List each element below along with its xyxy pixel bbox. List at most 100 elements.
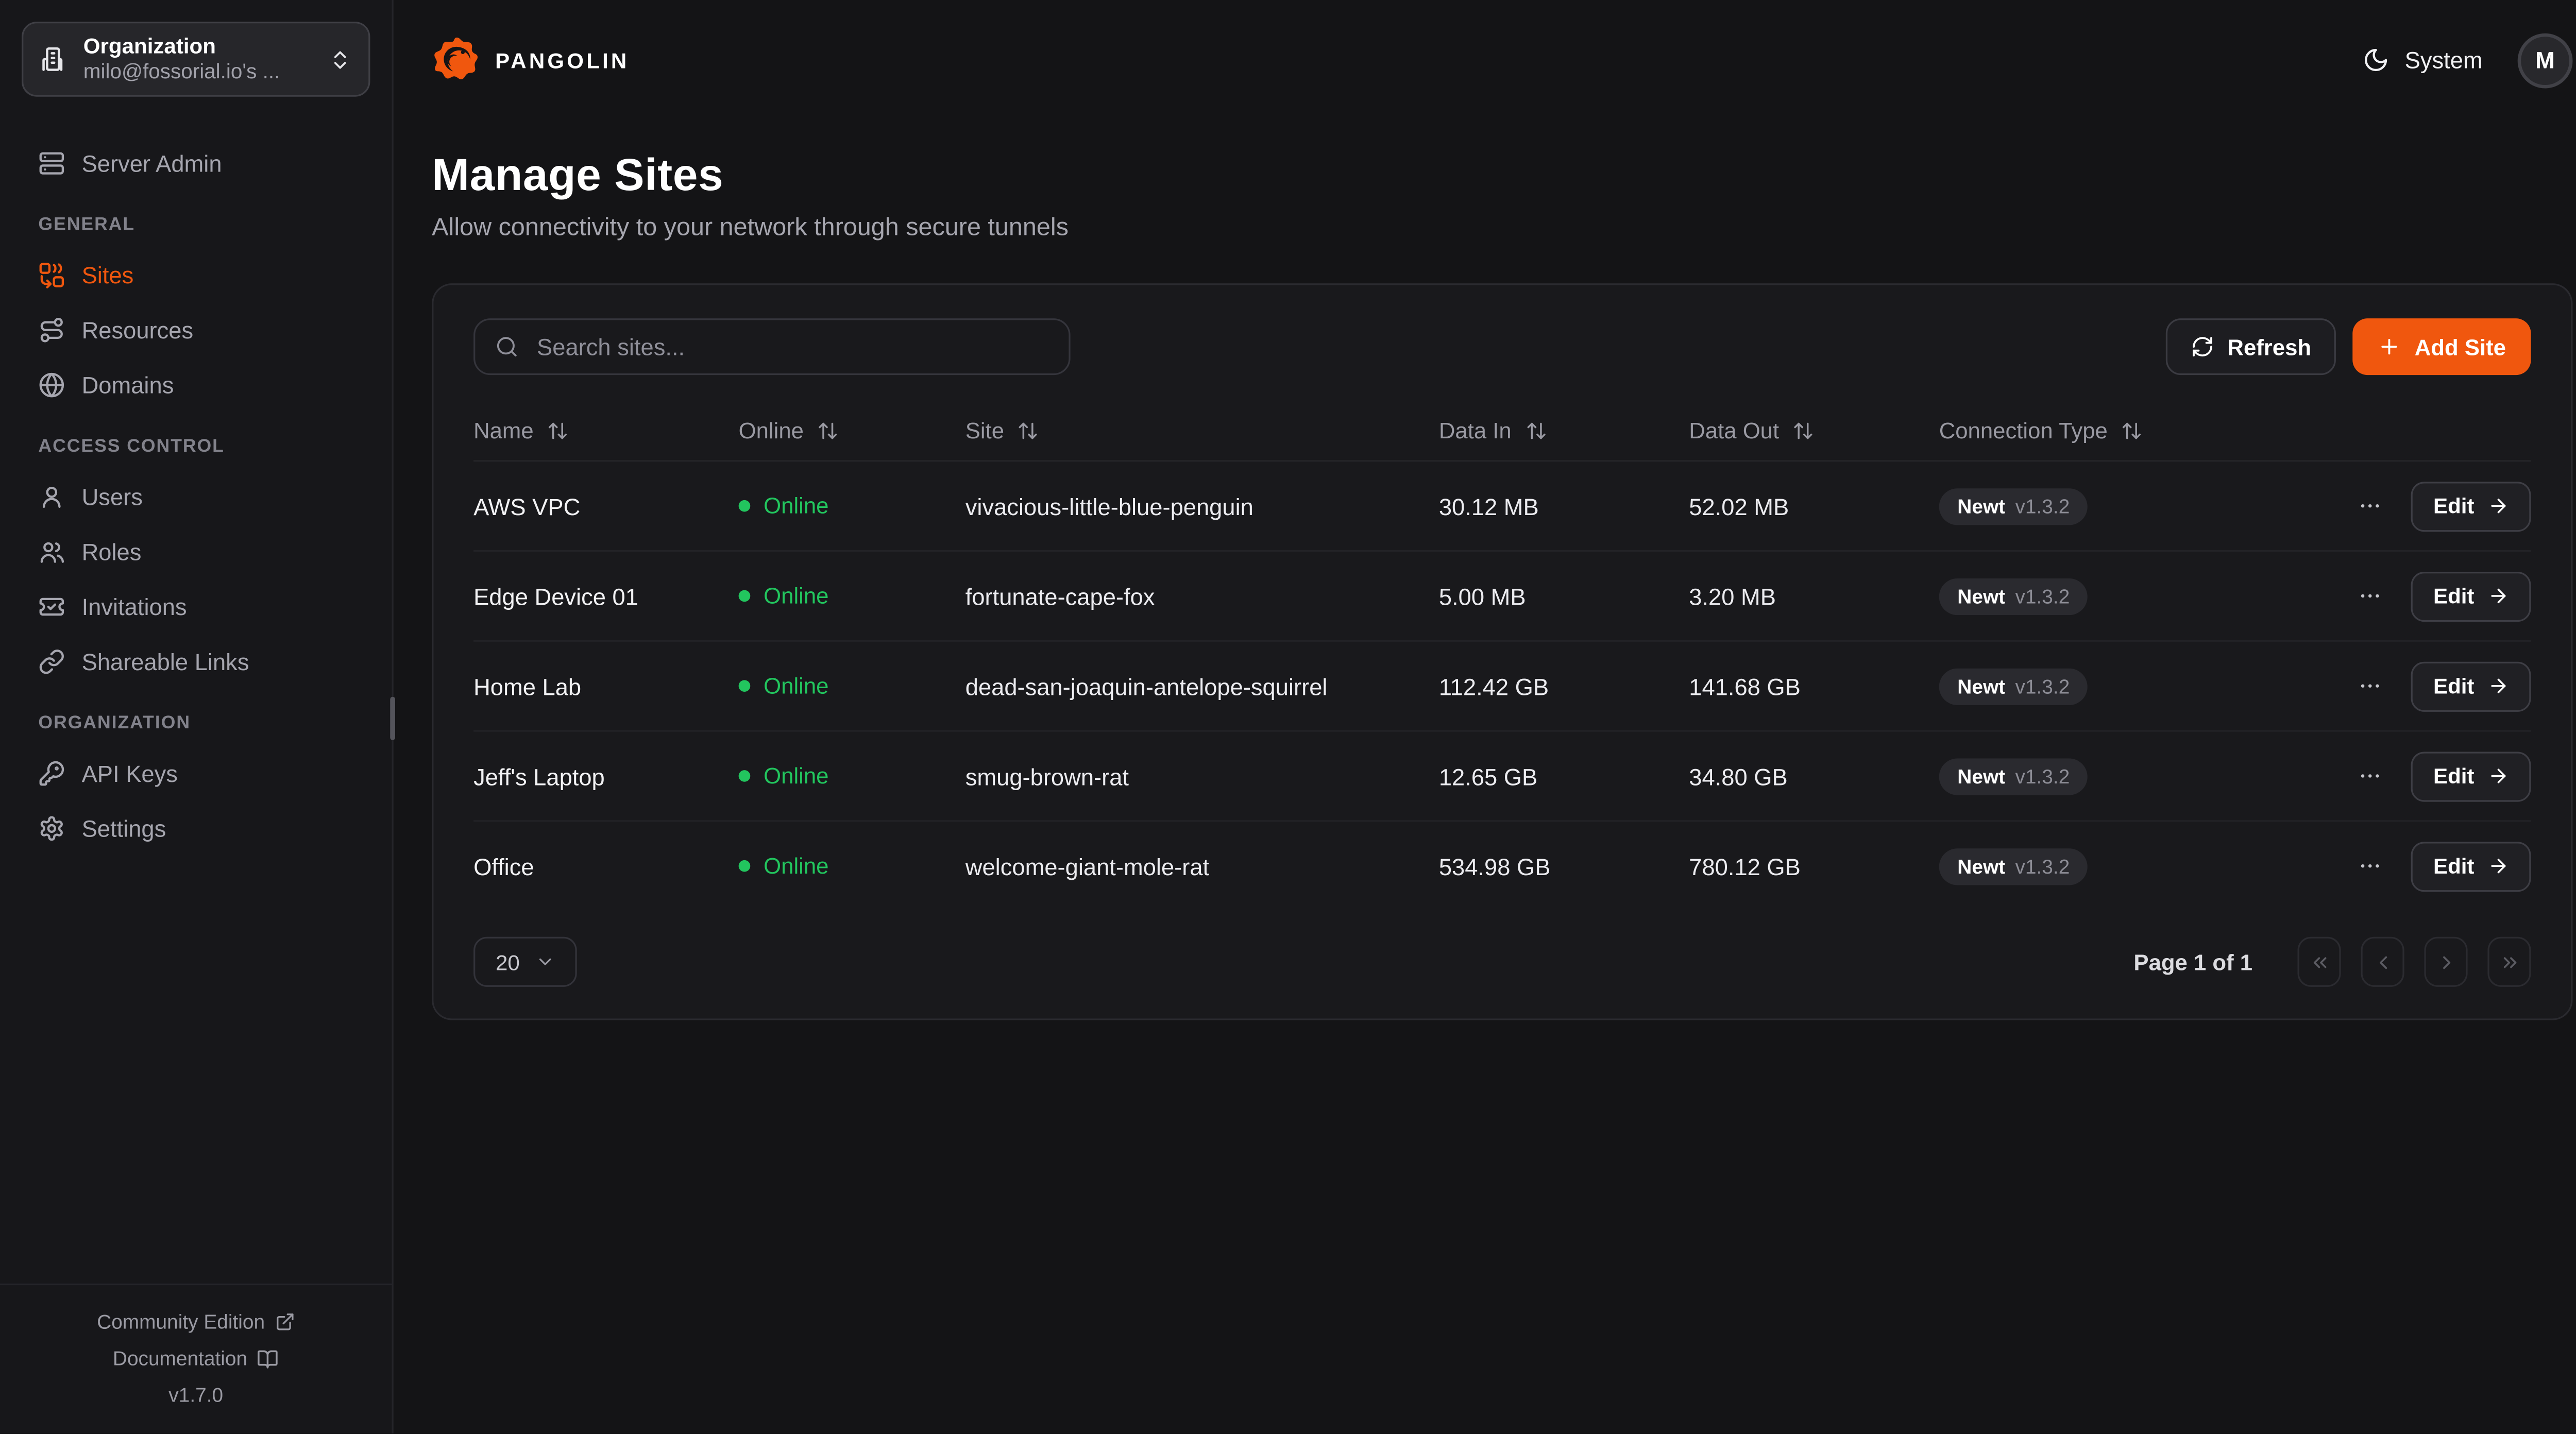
pangolin-app: Organization milo@fossorial.io's ... Ser…: [0, 0, 2576, 1433]
theme-toggle[interactable]: System: [2363, 47, 2483, 74]
brand-logo[interactable]: PANGOLIN: [432, 35, 629, 85]
sidebar-item-sites[interactable]: Sites: [22, 247, 370, 302]
sidebar-item-api-keys[interactable]: API Keys: [22, 745, 370, 800]
add-site-button[interactable]: Add Site: [2353, 318, 2531, 375]
last-page-button[interactable]: [2487, 937, 2531, 987]
site-name-cell: Jeff's Laptop: [473, 763, 739, 790]
ellipsis-icon: [2358, 673, 2383, 698]
org-switcher[interactable]: Organization milo@fossorial.io's ...: [22, 22, 370, 97]
refresh-button[interactable]: Refresh: [2166, 318, 2336, 375]
sidebar-item-roles[interactable]: Roles: [22, 523, 370, 578]
sidebar-item-label: Resources: [82, 316, 194, 343]
connection-type-cell: Newt v1.3.2: [1939, 668, 2318, 704]
chevrons-right-icon: [2498, 951, 2520, 972]
sites-card: Refresh Add Site Name Online: [432, 283, 2572, 1020]
connection-version: v1.3.2: [2015, 674, 2070, 697]
edit-label: Edit: [2433, 584, 2474, 609]
pangolin-logo-icon: [432, 35, 482, 85]
row-menu-button[interactable]: [2355, 580, 2386, 611]
column-header[interactable]: Site: [965, 418, 1439, 443]
table-row: Edge Device 01 Online fortunate-cape-fox…: [473, 552, 2531, 642]
row-actions: Edit: [2317, 481, 2531, 531]
link-icon: [38, 647, 65, 674]
sidebar-item-domains[interactable]: Domains: [22, 357, 370, 412]
site-slug-cell: smug-brown-rat: [965, 763, 1439, 790]
row-menu-button[interactable]: [2355, 490, 2386, 521]
column-header[interactable]: Connection Type: [1939, 418, 2318, 443]
sidebar-item-label: Shareable Links: [82, 647, 249, 674]
sidebar-item-resources[interactable]: Resources: [22, 302, 370, 357]
edit-site-button[interactable]: Edit: [2412, 661, 2531, 711]
data-out-cell: 52.02 MB: [1689, 492, 1939, 519]
row-actions: Edit: [2317, 661, 2531, 711]
site-slug-cell: welcome-giant-mole-rat: [965, 852, 1439, 879]
book-open-icon: [258, 1347, 279, 1369]
column-header-label: Connection Type: [1939, 418, 2108, 443]
avatar[interactable]: M: [2518, 32, 2573, 88]
online-status-label: Online: [764, 584, 828, 609]
add-site-label: Add Site: [2415, 334, 2506, 360]
column-header-label: Name: [473, 418, 534, 443]
row-menu-button[interactable]: [2355, 850, 2386, 881]
sidebar-item-label: Users: [82, 483, 143, 509]
sidebar: Organization milo@fossorial.io's ... Ser…: [0, 0, 394, 1433]
column-header[interactable]: Online: [739, 418, 965, 443]
prev-page-button[interactable]: [2361, 937, 2404, 987]
documentation-label: Documentation: [113, 1347, 247, 1370]
edit-label: Edit: [2433, 493, 2474, 519]
table-row: Jeff's Laptop Online smug-brown-rat 12.6…: [473, 732, 2531, 822]
online-status-label: Online: [764, 673, 828, 698]
edit-site-button[interactable]: Edit: [2412, 751, 2531, 801]
next-page-button[interactable]: [2424, 937, 2467, 987]
sidebar-item-label: Settings: [82, 814, 166, 841]
edit-site-button[interactable]: Edit: [2412, 841, 2531, 891]
table-row: AWS VPC Online vivacious-little-blue-pen…: [473, 462, 2531, 552]
search-input[interactable]: [534, 332, 1049, 362]
page-subtitle: Allow connectivity to your network throu…: [432, 213, 2572, 242]
edit-site-button[interactable]: Edit: [2412, 571, 2531, 621]
connection-type-badge: Newt v1.3.2: [1939, 668, 2088, 704]
row-menu-button[interactable]: [2355, 670, 2386, 702]
site-status-cell: Online: [739, 763, 965, 789]
section-heading-general: GENERAL: [22, 190, 370, 247]
connection-name: Newt: [1957, 674, 2005, 697]
sidebar-item-users[interactable]: Users: [22, 468, 370, 523]
column-header[interactable]: Data In: [1439, 418, 1689, 443]
sidebar-item-settings[interactable]: Settings: [22, 800, 370, 855]
viewport: Organization milo@fossorial.io's ... Ser…: [0, 0, 2576, 1433]
sidebar-resize-handle[interactable]: [390, 697, 395, 740]
connection-type-cell: Newt v1.3.2: [1939, 488, 2318, 524]
org-switcher-value: milo@fossorial.io's ...: [83, 60, 314, 86]
row-menu-button[interactable]: [2355, 760, 2386, 792]
column-header[interactable]: Name: [473, 418, 739, 443]
sort-icon: [1018, 419, 1039, 441]
sidebar-item-label: Domains: [82, 371, 174, 398]
sidebar-item-invitations[interactable]: Invitations: [22, 578, 370, 634]
page-size-select[interactable]: 20: [473, 937, 577, 987]
edit-label: Edit: [2433, 673, 2474, 698]
community-edition-link[interactable]: Community Edition: [0, 1304, 392, 1340]
sites-table-body: AWS VPC Online vivacious-little-blue-pen…: [473, 462, 2531, 910]
documentation-link[interactable]: Documentation: [0, 1340, 392, 1377]
connection-type-badge: Newt v1.3.2: [1939, 577, 2088, 614]
first-page-button[interactable]: [2297, 937, 2341, 987]
org-switcher-label: Organization: [83, 32, 314, 60]
sidebar-item-label: Sites: [82, 261, 134, 287]
connection-name: Newt: [1957, 764, 2005, 788]
combine-icon: [38, 261, 65, 287]
sidebar-item-label: Roles: [82, 538, 142, 565]
connection-type-badge: Newt v1.3.2: [1939, 488, 2088, 524]
sidebar-item-server-admin[interactable]: Server Admin: [22, 135, 370, 190]
edit-site-button[interactable]: Edit: [2412, 481, 2531, 531]
connection-type-cell: Newt v1.3.2: [1939, 577, 2318, 614]
connection-version: v1.3.2: [2015, 855, 2070, 878]
online-status-dot: [739, 770, 751, 782]
chevrons-up-down-icon: [329, 47, 352, 71]
users-icon: [38, 538, 65, 565]
route-icon: [38, 316, 65, 343]
gear-icon: [38, 814, 65, 841]
pagination: 20 Page 1 of 1: [473, 937, 2531, 987]
sidebar-item-shareable-links[interactable]: Shareable Links: [22, 634, 370, 689]
column-header[interactable]: Data Out: [1689, 418, 1939, 443]
column-header-label: Data In: [1439, 418, 1512, 443]
